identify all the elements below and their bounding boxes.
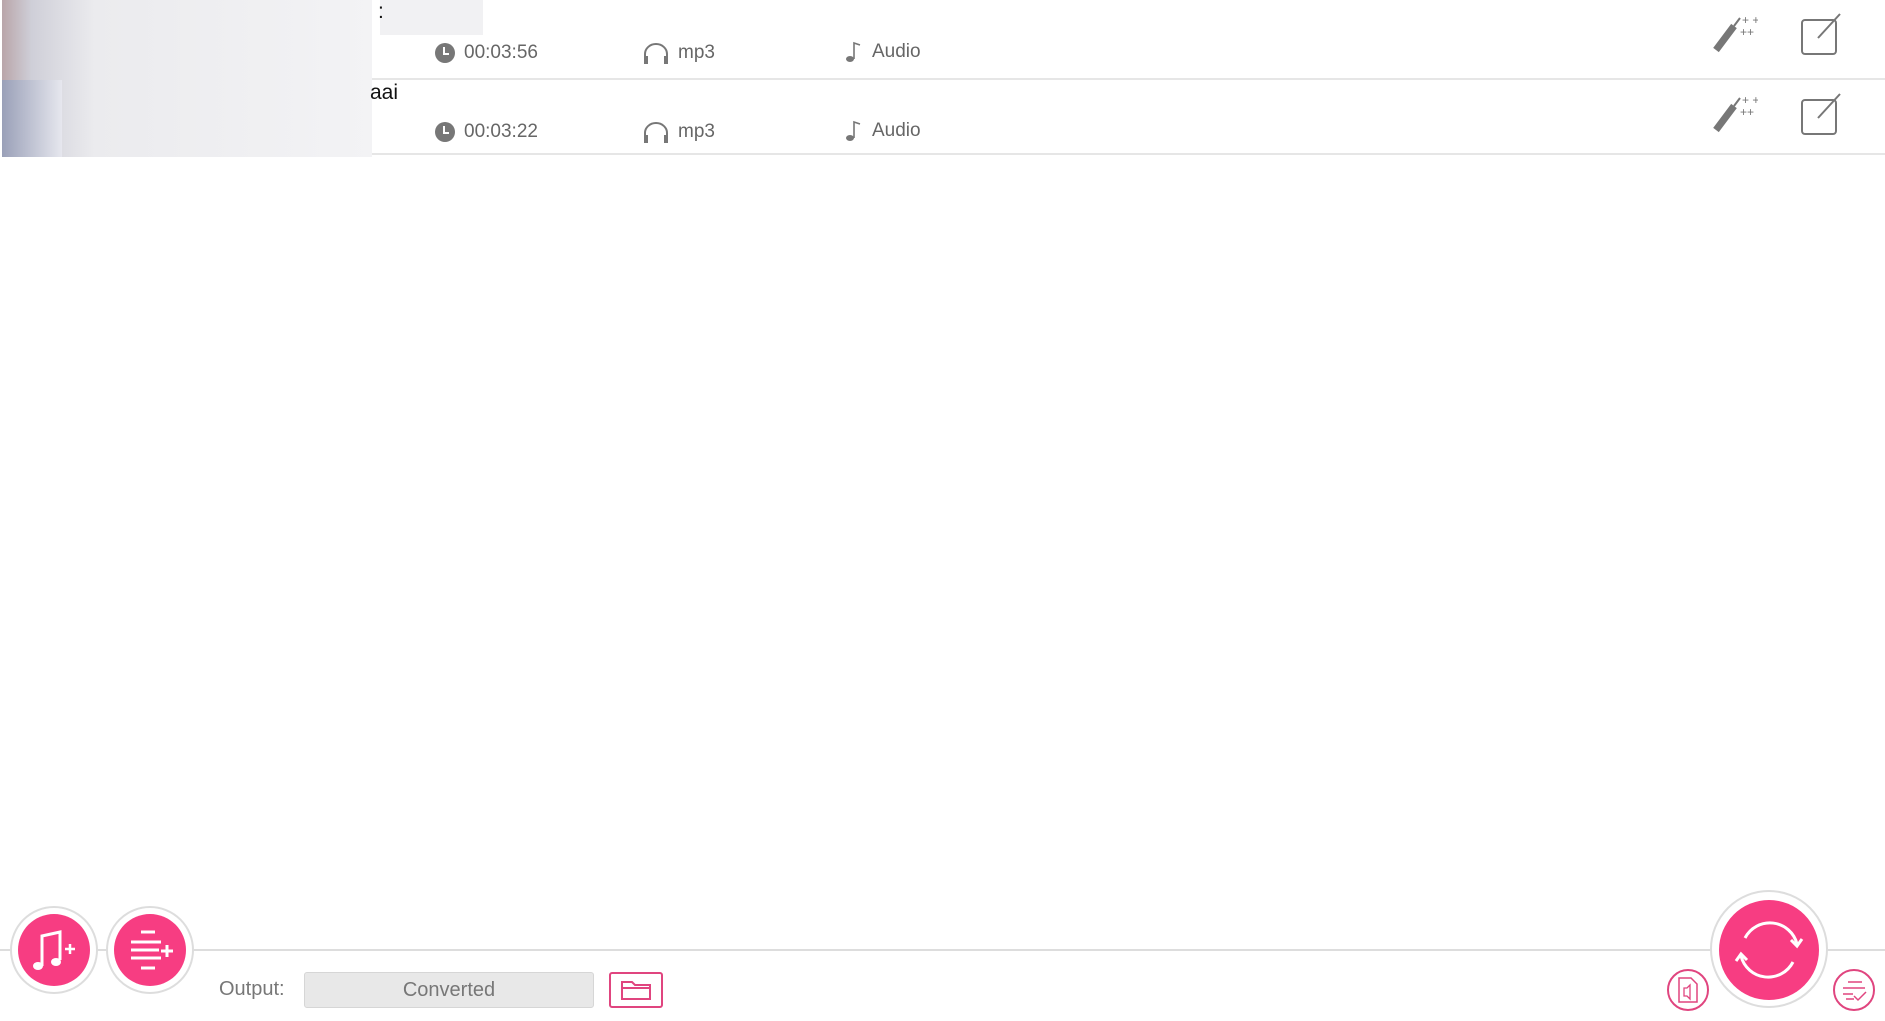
- file-row[interactable]: aai 00:03:22 mp3 Audio + + ++: [370, 75, 1885, 155]
- convert-icon: [1734, 921, 1804, 979]
- file-row[interactable]: : 00:03:56 mp3 Audio + + ++: [372, 0, 1885, 80]
- format-text: mp3: [678, 121, 715, 142]
- duration: 00:03:22: [434, 121, 538, 143]
- duration: 00:03:56: [434, 42, 538, 64]
- bottom-bar-divider: [0, 949, 1885, 951]
- output-folder-field[interactable]: Converted: [304, 972, 594, 1008]
- add-playlist-button[interactable]: [114, 914, 186, 986]
- clock-icon: [435, 43, 455, 63]
- type-text: Audio: [872, 41, 921, 62]
- file-title: :: [378, 0, 384, 23]
- add-music-button[interactable]: [18, 914, 90, 986]
- magic-wand-icon[interactable]: + +++: [1712, 12, 1758, 54]
- format: mp3: [642, 42, 715, 64]
- open-folder-button[interactable]: [609, 972, 663, 1008]
- edit-icon[interactable]: [1800, 12, 1844, 56]
- audio-file-icon: [1678, 977, 1698, 1003]
- folder-icon: [621, 981, 651, 1000]
- edit-icon[interactable]: [1800, 92, 1844, 136]
- type: Audio: [844, 40, 921, 64]
- audio-settings-button[interactable]: [1667, 969, 1709, 1011]
- music-plus-icon: [33, 930, 75, 970]
- format-text: mp3: [678, 42, 715, 63]
- duration-text: 00:03:22: [464, 121, 538, 142]
- task-list-button[interactable]: [1833, 969, 1875, 1011]
- file-thumbnail: [2, 0, 372, 157]
- magic-wand-icon[interactable]: + +++: [1712, 92, 1758, 134]
- headphones-icon: [644, 43, 668, 64]
- svg-text:++: ++: [1740, 25, 1754, 39]
- type: Audio: [844, 119, 921, 143]
- task-list-icon: [1843, 981, 1867, 1002]
- output-label: Output:: [219, 978, 285, 1000]
- type-text: Audio: [872, 120, 921, 141]
- duration-text: 00:03:56: [464, 42, 538, 63]
- format: mp3: [642, 121, 715, 143]
- clock-icon: [435, 122, 455, 142]
- svg-text:++: ++: [1740, 105, 1754, 119]
- music-note-icon: [846, 41, 861, 62]
- file-title: aai: [370, 81, 399, 104]
- headphones-icon: [644, 122, 668, 143]
- music-note-icon: [846, 120, 861, 141]
- playlist-plus-icon: [131, 930, 173, 970]
- convert-button[interactable]: [1719, 900, 1819, 1000]
